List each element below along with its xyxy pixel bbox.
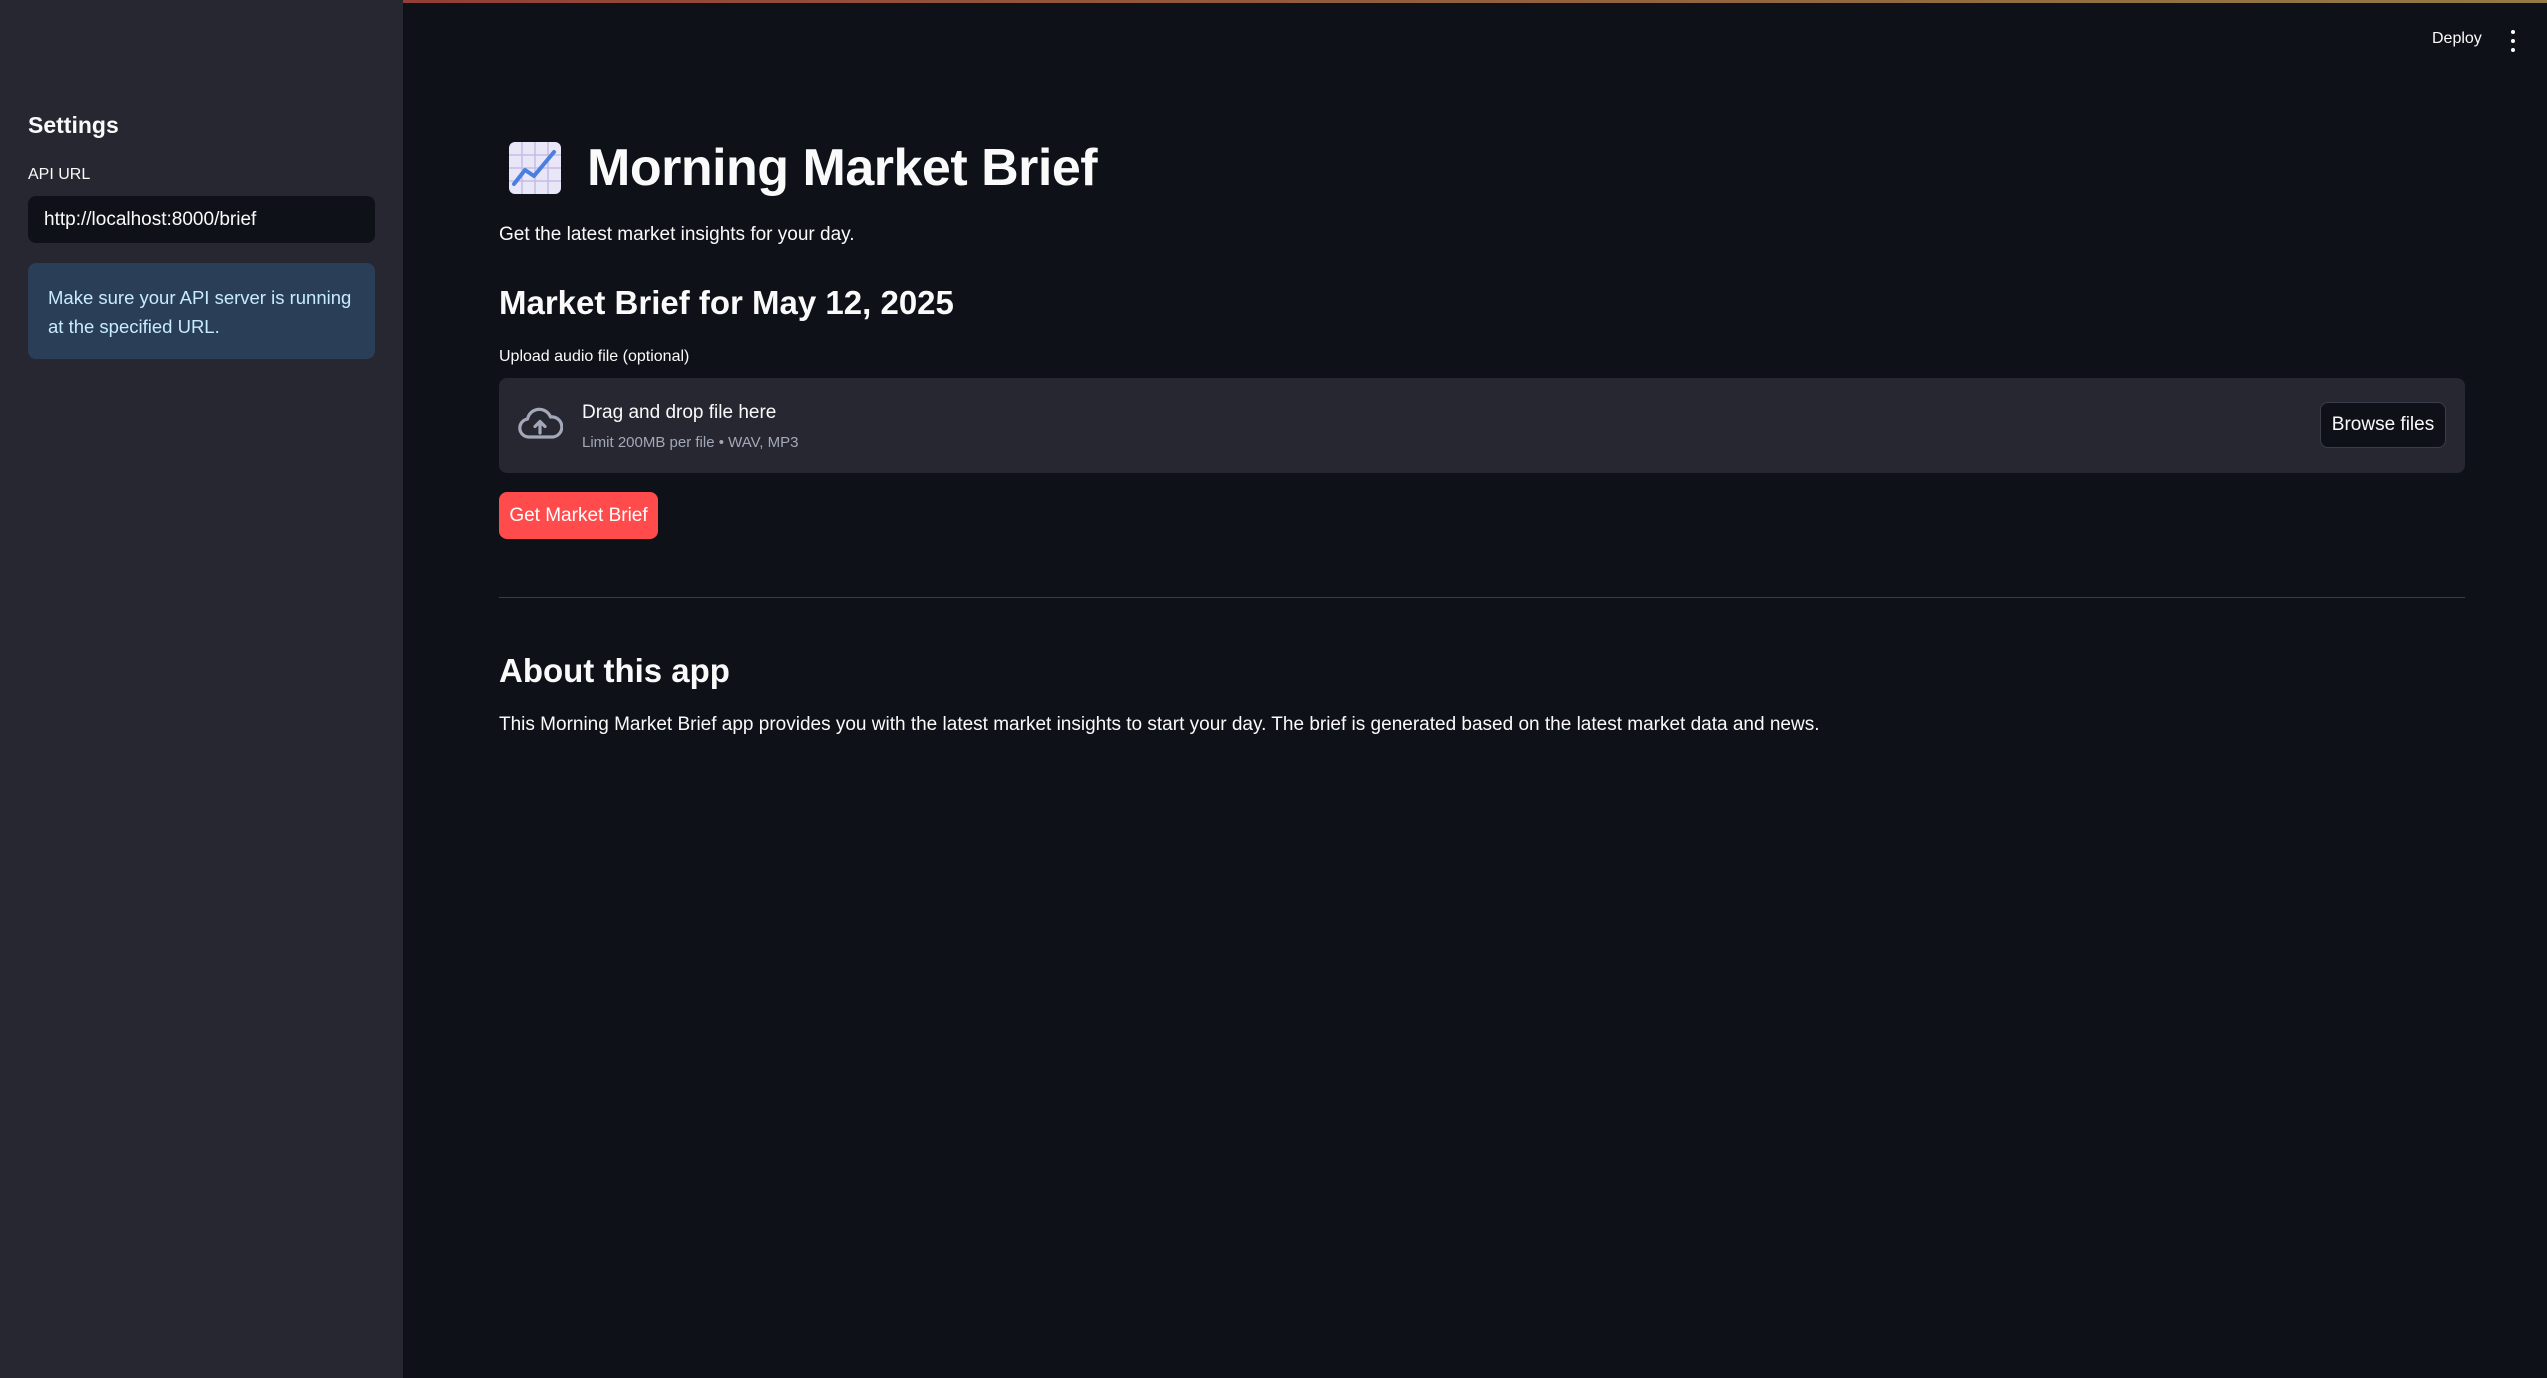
deploy-button[interactable]: Deploy [2432, 30, 2482, 48]
page-title-row: Morning Market Brief [507, 138, 1098, 198]
get-market-brief-button[interactable]: Get Market Brief [499, 492, 658, 539]
about-heading: About this app [499, 652, 730, 689]
dropzone-limit-text: Limit 200MB per file • WAV, MP3 [582, 434, 799, 451]
browse-files-button[interactable]: Browse files [2320, 402, 2446, 448]
divider [499, 597, 2465, 598]
page-title: Morning Market Brief [587, 139, 1098, 197]
kebab-menu-icon[interactable] [2508, 30, 2518, 52]
page-subtitle: Get the latest market insights for your … [499, 224, 855, 245]
dropzone-text: Drag and drop file here [582, 402, 777, 423]
api-url-label: API URL [28, 166, 91, 183]
api-url-input[interactable]: http://localhost:8000/brief [28, 196, 375, 243]
file-dropzone[interactable]: Drag and drop file here Limit 200MB per … [499, 378, 2465, 473]
cloud-upload-icon [518, 407, 563, 439]
info-alert: Make sure your API server is running at … [28, 263, 375, 359]
chart-increasing-icon [509, 142, 561, 194]
brief-heading: Market Brief for May 12, 2025 [499, 284, 954, 321]
about-text: This Morning Market Brief app provides y… [499, 714, 1820, 735]
upload-label: Upload audio file (optional) [499, 348, 690, 365]
sidebar-title: Settings [28, 112, 119, 138]
sidebar: Settings API URL http://localhost:8000/b… [0, 0, 403, 1378]
